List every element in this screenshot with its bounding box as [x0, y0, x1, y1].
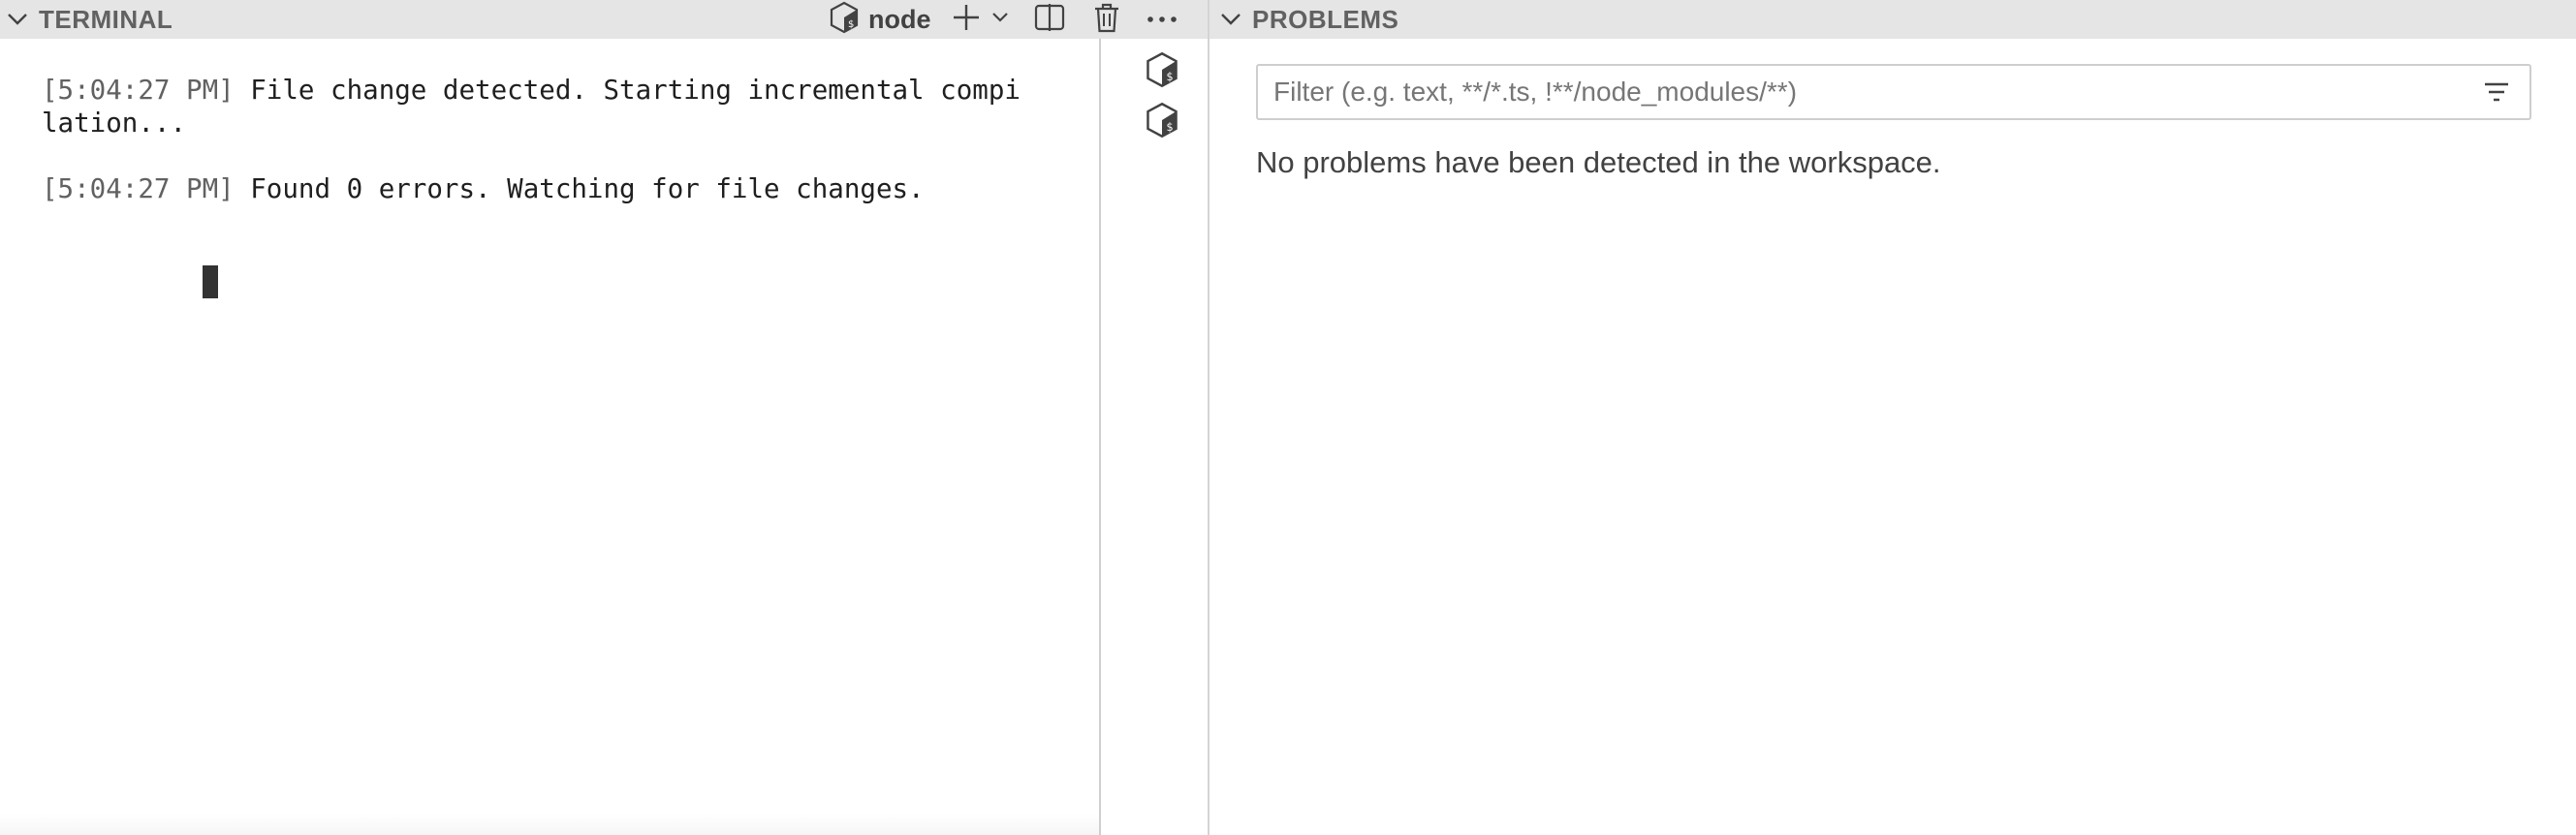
- terminal-panel: TERMINAL $ node [5:04:27 PM] File change…: [0, 0, 1209, 835]
- new-terminal-dropdown[interactable]: [986, 0, 1015, 39]
- terminal-message-wrap: lation...: [42, 108, 187, 139]
- bottom-panel: TERMINAL $ node [5:04:27 PM] File change…: [0, 0, 2576, 835]
- terminal-collapse-toggle[interactable]: TERMINAL: [0, 0, 173, 39]
- more-actions-button[interactable]: [1135, 0, 1189, 39]
- terminal-timestamp: [5:04:27 PM]: [42, 75, 235, 106]
- problems-panel: PROBLEMS No problems have been detected …: [1209, 0, 2576, 835]
- terminal-toolbar: $ node: [830, 0, 1189, 39]
- terminal-tab-1[interactable]: $: [1137, 46, 1187, 97]
- terminal-cursor: [202, 265, 218, 298]
- terminal-shell-selector[interactable]: $ node: [830, 0, 947, 39]
- problems-body: No problems have been detected in the wo…: [1209, 39, 2576, 835]
- split-terminal-icon: [1034, 3, 1065, 36]
- terminal-header: TERMINAL $ node: [0, 0, 1208, 39]
- ellipsis-icon: [1147, 11, 1178, 28]
- terminal-tab-2[interactable]: $: [1137, 97, 1187, 147]
- problems-collapse-toggle[interactable]: PROBLEMS: [1219, 0, 1398, 39]
- filter-icon[interactable]: [2479, 75, 2514, 109]
- terminal-output[interactable]: [5:04:27 PM] File change detected. Start…: [0, 39, 1101, 835]
- svg-text:$: $: [848, 19, 854, 30]
- terminal-timestamp: [5:04:27 PM]: [42, 173, 235, 204]
- terminal-line: [5:04:27 PM] Found 0 errors. Watching fo…: [42, 172, 1099, 205]
- plus-icon: [952, 3, 981, 37]
- terminal-title: TERMINAL: [39, 4, 173, 34]
- chevron-down-icon[interactable]: [1219, 8, 1242, 31]
- problems-header: PROBLEMS: [1209, 0, 2576, 39]
- problems-empty-message: No problems have been detected in the wo…: [1256, 145, 1941, 179]
- terminal-prompt: [42, 232, 1099, 331]
- problems-title: PROBLEMS: [1252, 4, 1399, 34]
- chevron-down-icon[interactable]: [6, 8, 29, 31]
- terminal-message: File change detected. Starting increment…: [234, 75, 1021, 106]
- panel-bottom-edge: [0, 814, 1099, 835]
- trash-icon: [1092, 2, 1121, 38]
- svg-text:$: $: [1166, 71, 1173, 83]
- new-terminal-button[interactable]: [947, 0, 986, 39]
- problems-filter: [1256, 64, 2531, 120]
- chevron-down-icon: [991, 11, 1009, 28]
- terminal-tabs-list: $ $: [1101, 39, 1208, 835]
- terminal-shell-name: node: [868, 4, 931, 34]
- node-shell-icon: $: [830, 1, 859, 39]
- problems-filter-input[interactable]: [1273, 77, 2479, 108]
- svg-text:$: $: [1166, 121, 1173, 134]
- node-shell-icon: $: [1146, 102, 1178, 143]
- node-shell-icon: $: [1146, 51, 1178, 93]
- terminal-body: [5:04:27 PM] File change detected. Start…: [0, 39, 1208, 835]
- split-terminal-button[interactable]: [1022, 0, 1077, 39]
- terminal-message: Found 0 errors. Watching for file change…: [234, 173, 925, 204]
- terminal-line: [5:04:27 PM] File change detected. Start…: [42, 74, 1099, 139]
- kill-terminal-button[interactable]: [1083, 0, 1131, 39]
